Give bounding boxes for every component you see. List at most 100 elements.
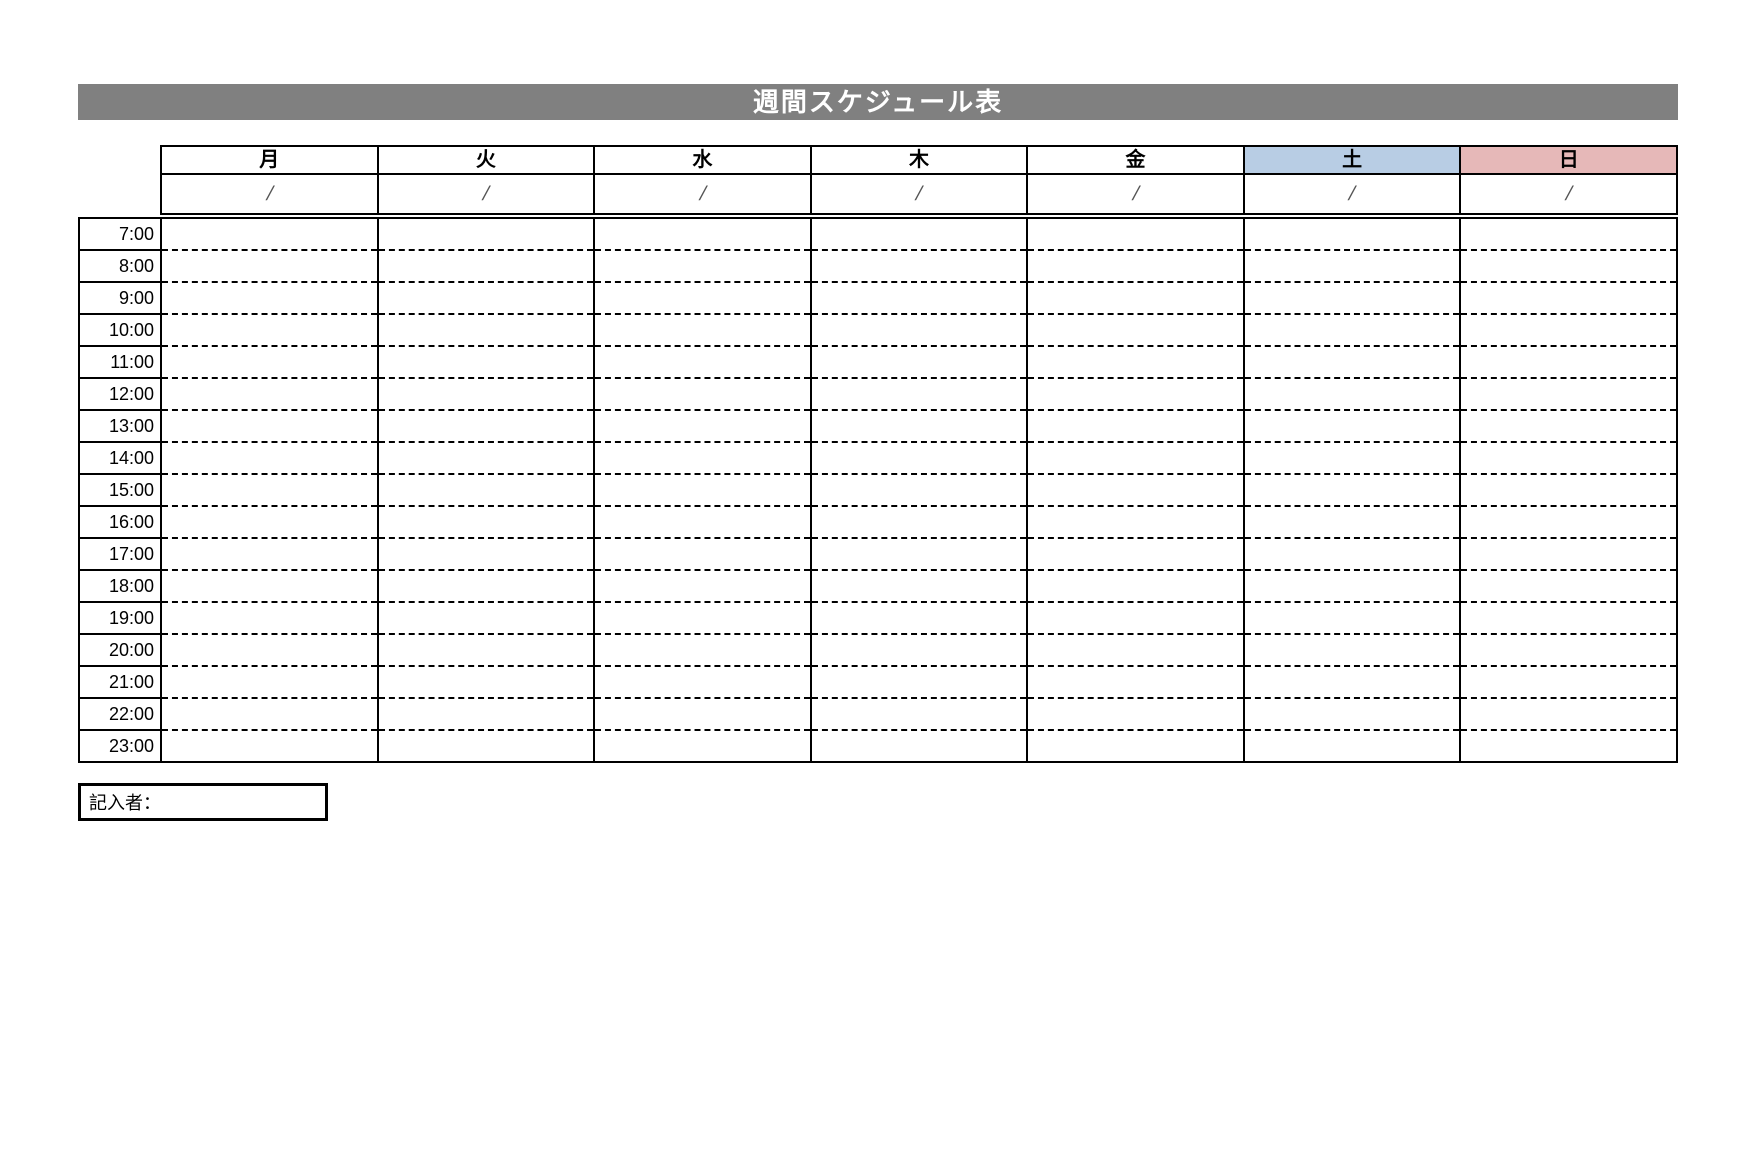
slot-2-1000[interactable] xyxy=(594,314,811,346)
slot-2-2000[interactable] xyxy=(594,634,811,666)
slot-1-900[interactable] xyxy=(378,282,595,314)
slot-4-1600[interactable] xyxy=(1027,506,1244,538)
slot-4-1300[interactable] xyxy=(1027,410,1244,442)
slot-6-1900[interactable] xyxy=(1460,602,1677,634)
slot-0-1200[interactable] xyxy=(161,378,378,410)
slot-0-1700[interactable] xyxy=(161,538,378,570)
slot-6-1800[interactable] xyxy=(1460,570,1677,602)
slot-3-1000[interactable] xyxy=(811,314,1028,346)
slot-0-1600[interactable] xyxy=(161,506,378,538)
slot-0-900[interactable] xyxy=(161,282,378,314)
slot-1-2100[interactable] xyxy=(378,666,595,698)
slot-2-1100[interactable] xyxy=(594,346,811,378)
date-cell-2[interactable]: / xyxy=(594,174,811,214)
slot-5-700[interactable] xyxy=(1244,218,1461,250)
slot-4-1500[interactable] xyxy=(1027,474,1244,506)
slot-4-2300[interactable] xyxy=(1027,730,1244,762)
slot-0-1100[interactable] xyxy=(161,346,378,378)
slot-3-1400[interactable] xyxy=(811,442,1028,474)
slot-2-1500[interactable] xyxy=(594,474,811,506)
slot-2-1200[interactable] xyxy=(594,378,811,410)
slot-1-1300[interactable] xyxy=(378,410,595,442)
slot-1-1600[interactable] xyxy=(378,506,595,538)
slot-0-1900[interactable] xyxy=(161,602,378,634)
slot-6-2100[interactable] xyxy=(1460,666,1677,698)
slot-3-1900[interactable] xyxy=(811,602,1028,634)
slot-5-1200[interactable] xyxy=(1244,378,1461,410)
slot-1-1900[interactable] xyxy=(378,602,595,634)
slot-5-2000[interactable] xyxy=(1244,634,1461,666)
slot-6-2300[interactable] xyxy=(1460,730,1677,762)
slot-0-800[interactable] xyxy=(161,250,378,282)
slot-5-1300[interactable] xyxy=(1244,410,1461,442)
slot-1-1200[interactable] xyxy=(378,378,595,410)
slot-1-700[interactable] xyxy=(378,218,595,250)
slot-5-1700[interactable] xyxy=(1244,538,1461,570)
slot-2-800[interactable] xyxy=(594,250,811,282)
slot-4-1700[interactable] xyxy=(1027,538,1244,570)
slot-2-2100[interactable] xyxy=(594,666,811,698)
slot-5-1900[interactable] xyxy=(1244,602,1461,634)
author-box[interactable]: 記入者： xyxy=(78,783,328,821)
slot-1-1700[interactable] xyxy=(378,538,595,570)
slot-0-2000[interactable] xyxy=(161,634,378,666)
date-cell-6[interactable]: / xyxy=(1460,174,1677,214)
slot-6-1100[interactable] xyxy=(1460,346,1677,378)
slot-3-700[interactable] xyxy=(811,218,1028,250)
slot-0-1500[interactable] xyxy=(161,474,378,506)
slot-1-1000[interactable] xyxy=(378,314,595,346)
date-cell-4[interactable]: / xyxy=(1027,174,1244,214)
slot-3-800[interactable] xyxy=(811,250,1028,282)
slot-2-1600[interactable] xyxy=(594,506,811,538)
slot-6-1700[interactable] xyxy=(1460,538,1677,570)
slot-6-900[interactable] xyxy=(1460,282,1677,314)
slot-3-1800[interactable] xyxy=(811,570,1028,602)
slot-2-1900[interactable] xyxy=(594,602,811,634)
slot-3-2100[interactable] xyxy=(811,666,1028,698)
slot-4-900[interactable] xyxy=(1027,282,1244,314)
slot-5-1400[interactable] xyxy=(1244,442,1461,474)
slot-5-2300[interactable] xyxy=(1244,730,1461,762)
date-cell-1[interactable]: / xyxy=(378,174,595,214)
slot-2-1800[interactable] xyxy=(594,570,811,602)
date-cell-5[interactable]: / xyxy=(1244,174,1461,214)
slot-4-2100[interactable] xyxy=(1027,666,1244,698)
slot-5-2200[interactable] xyxy=(1244,698,1461,730)
slot-0-1800[interactable] xyxy=(161,570,378,602)
slot-1-800[interactable] xyxy=(378,250,595,282)
slot-6-1200[interactable] xyxy=(1460,378,1677,410)
slot-6-1600[interactable] xyxy=(1460,506,1677,538)
slot-2-2200[interactable] xyxy=(594,698,811,730)
slot-2-1700[interactable] xyxy=(594,538,811,570)
slot-6-1000[interactable] xyxy=(1460,314,1677,346)
slot-0-1300[interactable] xyxy=(161,410,378,442)
slot-1-2300[interactable] xyxy=(378,730,595,762)
slot-5-1600[interactable] xyxy=(1244,506,1461,538)
slot-6-1500[interactable] xyxy=(1460,474,1677,506)
slot-1-1100[interactable] xyxy=(378,346,595,378)
slot-3-2200[interactable] xyxy=(811,698,1028,730)
slot-4-1900[interactable] xyxy=(1027,602,1244,634)
slot-3-2000[interactable] xyxy=(811,634,1028,666)
slot-5-2100[interactable] xyxy=(1244,666,1461,698)
slot-5-900[interactable] xyxy=(1244,282,1461,314)
slot-3-1200[interactable] xyxy=(811,378,1028,410)
slot-2-2300[interactable] xyxy=(594,730,811,762)
slot-4-1000[interactable] xyxy=(1027,314,1244,346)
slot-4-700[interactable] xyxy=(1027,218,1244,250)
date-cell-3[interactable]: / xyxy=(811,174,1028,214)
slot-5-1000[interactable] xyxy=(1244,314,1461,346)
slot-5-1800[interactable] xyxy=(1244,570,1461,602)
slot-4-2000[interactable] xyxy=(1027,634,1244,666)
slot-2-900[interactable] xyxy=(594,282,811,314)
slot-3-1500[interactable] xyxy=(811,474,1028,506)
slot-1-1800[interactable] xyxy=(378,570,595,602)
slot-4-1800[interactable] xyxy=(1027,570,1244,602)
date-cell-0[interactable]: / xyxy=(161,174,378,214)
slot-1-1500[interactable] xyxy=(378,474,595,506)
slot-4-1400[interactable] xyxy=(1027,442,1244,474)
slot-5-1500[interactable] xyxy=(1244,474,1461,506)
slot-0-2200[interactable] xyxy=(161,698,378,730)
slot-6-700[interactable] xyxy=(1460,218,1677,250)
slot-6-2000[interactable] xyxy=(1460,634,1677,666)
